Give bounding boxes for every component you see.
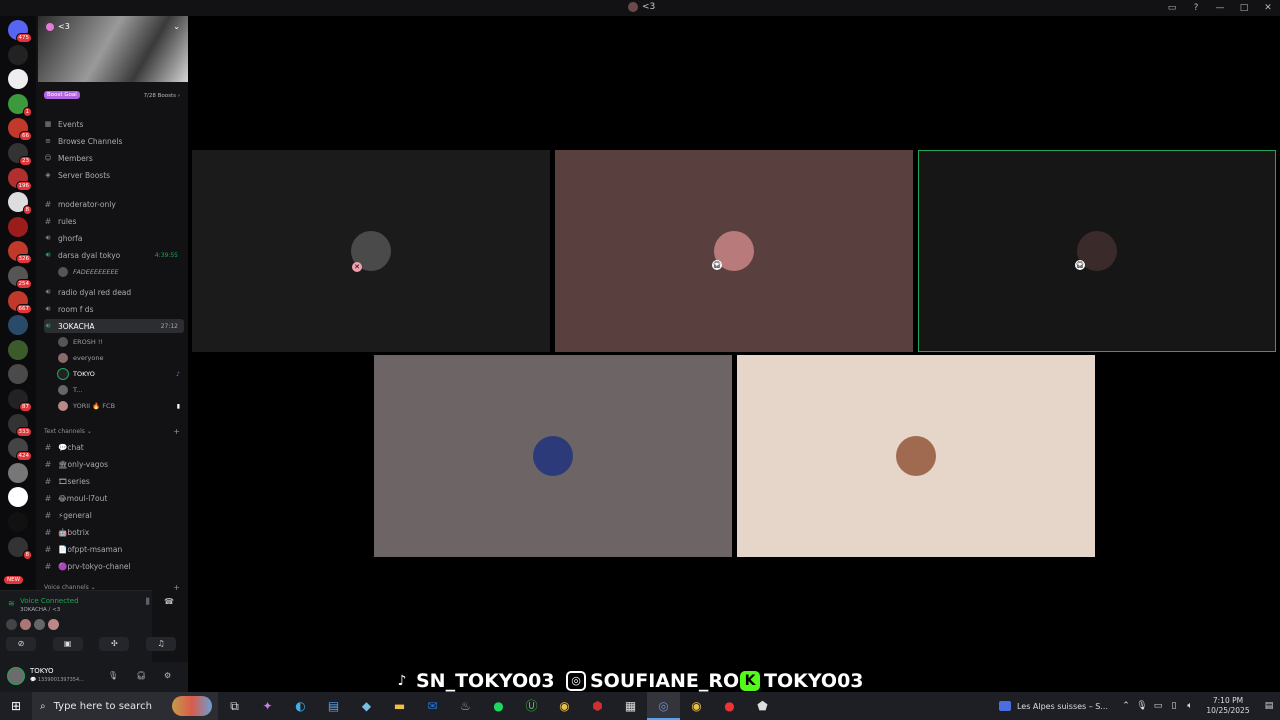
soundboard-button[interactable]: ♫ <box>145 637 176 651</box>
clock[interactable]: 7:10 PM 10/25/2025 <box>1198 696 1258 716</box>
participant-tile[interactable]: 🎧︎ <box>555 150 913 352</box>
account-status: 💬 1339001397354... <box>30 677 84 683</box>
outlook-icon[interactable]: ✉ <box>416 692 449 720</box>
microphone-icon[interactable]: 🎙︎ <box>108 671 118 680</box>
account-name[interactable]: TOKYO <box>30 667 54 675</box>
screen-share-icon: ▮ <box>176 402 180 410</box>
deafened-icon: 🎧︎ <box>1075 260 1085 270</box>
minimize-button[interactable]: — <box>1208 3 1232 13</box>
participant-tile[interactable] <box>374 355 732 557</box>
server-avatar-icon <box>628 2 638 12</box>
participant-tile-speaking[interactable]: 🎧︎ <box>918 150 1276 352</box>
store-icon[interactable]: ▤ <box>317 692 350 720</box>
avatar[interactable] <box>48 619 59 630</box>
kick-handle: K TOKYO03 <box>740 668 864 694</box>
disconnect-icon[interactable]: ☎ <box>164 597 174 606</box>
help-icon[interactable]: ? <box>1184 3 1208 13</box>
chevron-down-icon[interactable]: ⌄ <box>173 22 180 31</box>
screen-share-button[interactable]: ▣ <box>52 637 83 651</box>
signal-icon[interactable]: ≋ <box>8 599 15 608</box>
channel-timer: 4:39:55 <box>154 251 178 259</box>
window-title: <3 <box>628 2 655 12</box>
instagram-handle: ◎ SOUFIANE_RO <box>566 668 739 694</box>
network-icon[interactable]: ▭ <box>1150 701 1166 711</box>
upwork-icon[interactable]: Ⓤ <box>515 692 548 720</box>
channel-timer: 27:12 <box>160 322 178 330</box>
copilot-icon[interactable]: ✦ <box>251 692 284 720</box>
news-icon <box>998 701 1011 711</box>
activities-button[interactable]: ✣ <box>99 637 130 651</box>
voice-status[interactable]: Voice Connected <box>20 597 79 605</box>
voice-panel-wrap: ≋ Voice Connected 3OKACHA / <3 ⫼ ☎ ⊘ ▣ ✣… <box>0 0 188 692</box>
kick-icon: K <box>740 671 760 691</box>
headphones-icon[interactable]: 🎧︎ <box>136 671 146 680</box>
participant-tile[interactable] <box>737 355 1095 557</box>
task-view-icon[interactable]: ⧉ <box>218 692 251 720</box>
avatar[interactable] <box>8 668 24 684</box>
search-highlight-image <box>172 696 212 716</box>
notifications-icon[interactable]: ▤ <box>1258 701 1280 711</box>
noise-suppression-icon[interactable]: ⫼ <box>146 597 150 607</box>
clock-time: 7:10 PM <box>1212 696 1244 705</box>
app-shield-icon[interactable]: ⬟ <box>746 692 779 720</box>
display-icon[interactable]: ▯ <box>1166 701 1182 711</box>
microphone-icon[interactable]: 🎙︎ <box>1134 701 1150 711</box>
kick-text: TOKYO03 <box>764 670 864 692</box>
file-explorer-icon[interactable]: ▬ <box>383 692 416 720</box>
instagram-text: SOUFIANE_RO <box>590 670 740 692</box>
tiktok-icon: ♪ <box>397 673 407 689</box>
voice-location[interactable]: 3OKACHA / <3 <box>20 607 60 613</box>
instagram-icon: ◎ <box>566 671 586 691</box>
clock-date: 10/25/2025 <box>1206 706 1250 715</box>
account-panel: TOKYO 💬 1339001397354... 🎙︎ 🎧︎ ⚙ <box>0 662 188 692</box>
inbox-icon[interactable]: ▭ <box>1160 3 1184 13</box>
app-icon[interactable]: ◆ <box>350 692 383 720</box>
plus-icon[interactable]: + <box>173 583 180 592</box>
news-widget[interactable]: Les Alpes suisses – S... <box>998 701 1118 711</box>
participant-avatar <box>533 436 573 476</box>
title-bar: <3 ▭ ? — □ ✕ <box>0 0 1280 16</box>
windows-start-icon[interactable]: ⊞ <box>0 699 32 713</box>
chevron-up-icon[interactable]: ⌃ <box>1118 701 1134 711</box>
participant-tile[interactable]: ✕ <box>192 150 550 352</box>
chrome-profile-icon[interactable]: ◉ <box>680 692 713 720</box>
obs-icon[interactable]: ● <box>713 692 746 720</box>
close-button[interactable]: ✕ <box>1256 3 1280 13</box>
settings-gear-icon[interactable]: ⚙ <box>164 671 171 680</box>
muted-icon: ✕ <box>352 262 362 272</box>
voice-connected-panel: ≋ Voice Connected 3OKACHA / <3 ⫼ ☎ ⊘ ▣ ✣… <box>0 590 176 662</box>
voice-participants <box>6 619 59 630</box>
spotify-icon[interactable]: ● <box>482 692 515 720</box>
deafened-icon: 🎧︎ <box>712 260 722 270</box>
tiktok-text: SN_TOKYO03 <box>416 670 555 692</box>
steam-icon[interactable]: ♨ <box>449 692 482 720</box>
activity-icon: ♪ <box>176 370 180 378</box>
chrome-icon[interactable]: ◉ <box>548 692 581 720</box>
plus-icon[interactable]: + <box>173 427 180 436</box>
windows-taskbar: ⊞ ⌕ Type here to search ⧉ ✦ ◐ ▤ ◆ ▬ ✉ ♨ … <box>0 692 1280 720</box>
avatar[interactable] <box>20 619 31 630</box>
maximize-button[interactable]: □ <box>1232 3 1256 13</box>
edge-icon[interactable]: ◐ <box>284 692 317 720</box>
window-title-text: <3 <box>642 2 656 12</box>
calculator-icon[interactable]: ▦ <box>614 692 647 720</box>
taskbar-search[interactable]: ⌕ Type here to search <box>32 692 218 720</box>
tiktok-handle: ♪ SN_TOKYO03 <box>392 668 555 694</box>
speaker-icon[interactable]: 🔈︎ <box>1182 701 1198 711</box>
voice-action-buttons: ⊘ ▣ ✣ ♫ <box>6 637 176 651</box>
avatar[interactable] <box>34 619 45 630</box>
discord-taskbar-icon[interactable]: ◎ <box>647 692 680 720</box>
search-icon: ⌕ <box>40 700 46 712</box>
search-placeholder: Type here to search <box>53 700 152 712</box>
news-text: Les Alpes suisses – S... <box>1016 701 1108 711</box>
camera-off-button[interactable]: ⊘ <box>6 637 36 651</box>
participant-avatar <box>896 436 936 476</box>
avatar[interactable] <box>6 619 17 630</box>
app-red-icon[interactable]: ⬢ <box>581 692 614 720</box>
system-tray: Les Alpes suisses – S... ⌃ 🎙︎ ▭ ▯ 🔈︎ 7:1… <box>998 692 1280 720</box>
